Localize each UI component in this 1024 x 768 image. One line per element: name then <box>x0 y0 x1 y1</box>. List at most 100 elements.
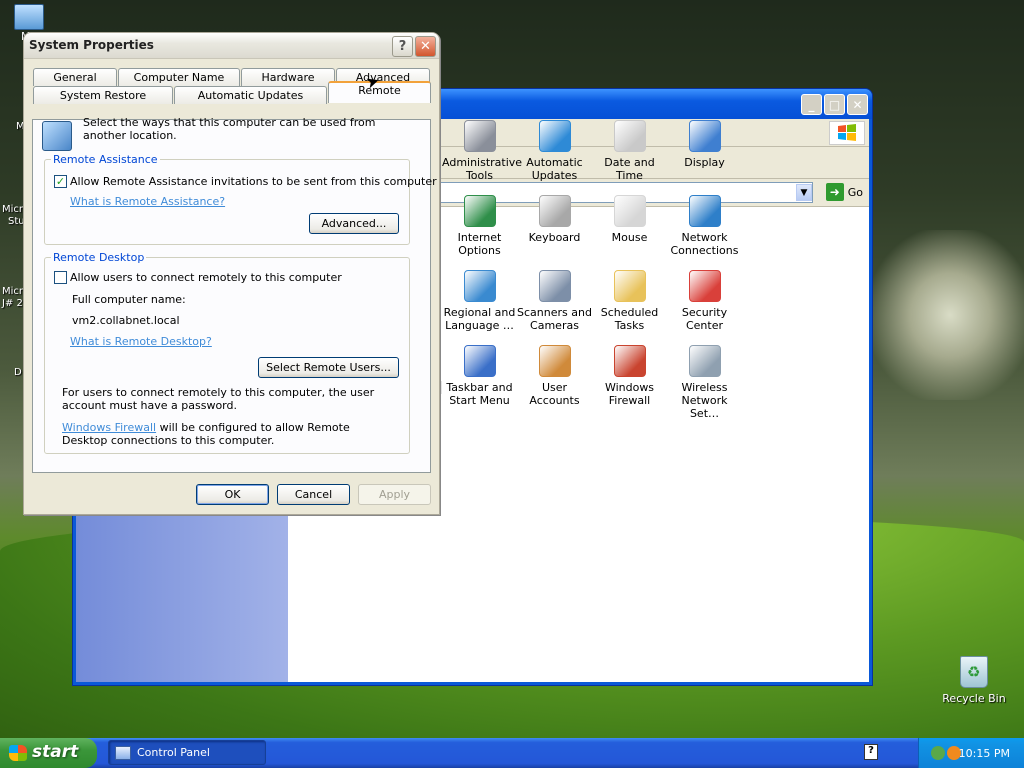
full-computer-name-value: vm2.collabnet.local <box>72 314 180 327</box>
globe-icon <box>463 195 496 227</box>
control-panel-item[interactable]: Display <box>667 118 742 193</box>
users-icon <box>538 345 571 377</box>
remote-computer-icon <box>42 121 72 151</box>
control-panel-item[interactable]: Network Connections <box>667 193 742 268</box>
allow-remote-desktop-label[interactable]: Allow users to connect remotely to this … <box>70 271 342 284</box>
control-panel-item[interactable]: Regional and Language … <box>442 268 517 343</box>
mouse-icon <box>613 195 646 227</box>
go-button[interactable]: ➜ Go <box>825 183 863 201</box>
allow-remote-assistance-label[interactable]: Allow Remote Assistance invitations to b… <box>70 175 437 188</box>
firewall-icon <box>613 345 646 377</box>
allow-remote-assistance-checkbox[interactable]: ✓ <box>54 175 67 188</box>
close-button[interactable]: ✕ <box>415 36 436 57</box>
control-panel-item[interactable]: Scheduled Tasks <box>592 268 667 343</box>
control-panel-item[interactable]: Keyboard <box>517 193 592 268</box>
help-icon[interactable]: ? <box>864 744 878 760</box>
control-panel-item-label: Wireless Network Set… <box>681 381 728 420</box>
help-button[interactable]: ? <box>392 36 413 57</box>
system-tray: 10:15 PM <box>918 738 1024 768</box>
taskbar-button-label: Control Panel <box>137 746 210 759</box>
firewall-note: Windows Firewall will be configured to a… <box>62 421 382 447</box>
desktop-icon-label[interactable]: J# 2 <box>2 298 23 309</box>
windows-logo-icon <box>9 745 27 761</box>
network-tray-icon[interactable] <box>931 746 945 760</box>
clock-icon <box>613 120 646 152</box>
clock: 10:15 PM <box>958 747 1010 760</box>
remote-desktop-title: Remote Desktop <box>51 251 147 264</box>
display-icon <box>688 120 721 152</box>
control-panel-item-label: User Accounts <box>529 381 580 407</box>
tab-system-restore[interactable]: System Restore <box>33 86 173 104</box>
control-panel-item[interactable]: Internet Options <box>442 193 517 268</box>
control-panel-item[interactable]: Administrative Tools <box>442 118 523 193</box>
go-arrow-icon: ➜ <box>825 183 844 201</box>
control-panel-item[interactable]: Security Center <box>667 268 742 343</box>
shield-icon <box>688 270 721 302</box>
taskbar: start Control Panel ? 10:15 PM <box>0 738 1024 768</box>
recycle-bin-desktop-icon[interactable]: Recycle Bin <box>942 656 1006 705</box>
control-panel-item[interactable]: Windows Firewall <box>592 343 667 418</box>
control-panel-item-label: Security Center <box>681 306 728 332</box>
apply-button[interactable]: Apply <box>358 484 431 505</box>
select-remote-users-button[interactable]: Select Remote Users... <box>258 357 399 378</box>
allow-remote-desktop-checkbox[interactable] <box>54 271 67 284</box>
taskbar-icon <box>463 345 496 377</box>
control-panel-item[interactable]: User Accounts <box>517 343 592 418</box>
control-panel-item-label: Mouse <box>611 231 648 244</box>
control-panel-item-label: Administrative Tools <box>442 156 523 182</box>
desktop-icon-label[interactable]: D <box>14 367 22 378</box>
windows-firewall-link[interactable]: Windows Firewall <box>62 421 156 434</box>
admin-tools-icon <box>463 120 496 152</box>
control-panel-item-label: Windows Firewall <box>604 381 655 407</box>
cancel-button[interactable]: Cancel <box>277 484 350 505</box>
control-panel-item-label: Scanners and Cameras <box>517 306 592 332</box>
start-button[interactable]: start <box>0 738 97 768</box>
recycle-bin-label: Recycle Bin <box>942 692 1006 705</box>
control-panel-item[interactable]: Scanners and Cameras <box>517 268 592 343</box>
start-label: start <box>32 742 79 762</box>
tab-general[interactable]: General <box>33 68 117 86</box>
tab-computer-name[interactable]: Computer Name <box>118 68 240 86</box>
remote-assistance-title: Remote Assistance <box>51 153 160 166</box>
wireless-icon <box>688 345 721 377</box>
full-computer-name-label: Full computer name: <box>72 293 186 306</box>
control-panel-item-label: Network Connections <box>670 231 739 257</box>
dialog-titlebar[interactable]: System Properties ? ✕ <box>24 33 439 59</box>
advanced-button[interactable]: Advanced... <box>309 213 399 234</box>
password-note: For users to connect remotely to this co… <box>62 386 375 412</box>
computer-icon <box>14 4 44 30</box>
control-panel-item-label: Taskbar and Start Menu <box>446 381 513 407</box>
tab-automatic-updates[interactable]: Automatic Updates <box>174 86 327 104</box>
globe-icon <box>463 270 496 302</box>
control-panel-item-label: Display <box>684 156 725 169</box>
maximize-button[interactable]: □ <box>824 94 845 115</box>
tab-hardware[interactable]: Hardware <box>241 68 335 86</box>
windows-logo-icon <box>538 120 571 152</box>
control-panel-item[interactable]: Date and Time <box>592 118 667 193</box>
minimize-button[interactable]: _ <box>801 94 822 115</box>
control-panel-item[interactable]: Taskbar and Start Menu <box>442 343 517 418</box>
scanner-icon <box>538 270 571 302</box>
control-panel-item-label: Keyboard <box>528 231 581 244</box>
what-is-remote-assistance-link[interactable]: What is Remote Assistance? <box>70 195 225 208</box>
control-panel-item[interactable]: Wireless Network Set… <box>667 343 742 420</box>
go-label: Go <box>847 185 863 199</box>
ok-button[interactable]: OK <box>196 484 269 505</box>
chevron-down-icon[interactable]: ▼ <box>796 184 812 201</box>
what-is-remote-desktop-link[interactable]: What is Remote Desktop? <box>70 335 212 348</box>
taskbar-button-control-panel[interactable]: Control Panel <box>108 740 266 765</box>
control-panel-item[interactable]: Mouse <box>592 193 667 268</box>
intro-text: Select the ways that this computer can b… <box>83 116 376 142</box>
recycle-bin-icon <box>960 656 988 688</box>
control-panel-item-label: Automatic Updates <box>526 156 583 182</box>
control-panel-item-label: Scheduled Tasks <box>600 306 659 332</box>
control-panel-item-label: Internet Options <box>457 231 502 257</box>
keyboard-icon <box>538 195 571 227</box>
control-panel-item[interactable]: Automatic Updates <box>517 118 592 193</box>
folder-clock-icon <box>613 270 646 302</box>
control-panel-item-label: Date and Time <box>604 156 655 182</box>
close-button[interactable]: ✕ <box>847 94 868 115</box>
system-properties-dialog: System Properties ? ✕ General Computer N… <box>23 32 440 515</box>
network-icon <box>688 195 721 227</box>
control-panel-item-label: Regional and Language … <box>443 306 516 332</box>
